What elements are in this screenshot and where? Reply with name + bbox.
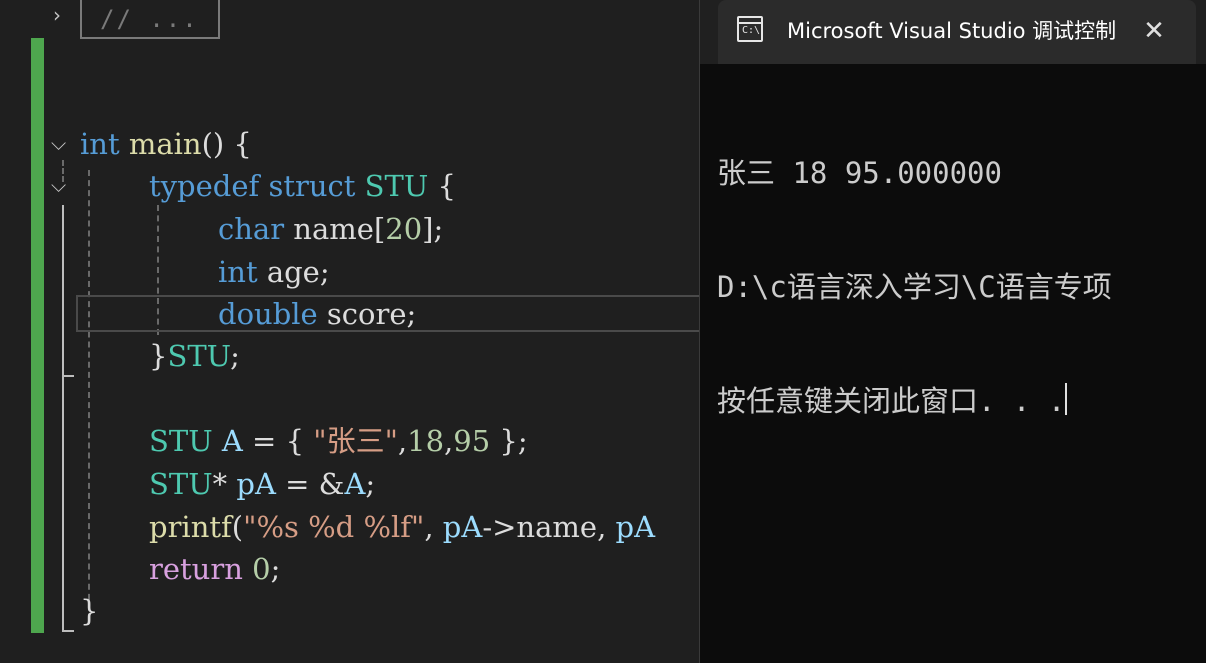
- console-output[interactable]: 张三 18 95.000000 D:\c语言深入学习\C语言专项 按任意键关闭此…: [717, 78, 1206, 496]
- code-line[interactable]: printf("%s %d %lf", pA->name, pA: [149, 507, 655, 547]
- scope-line: [62, 375, 74, 630]
- indent-guide: [62, 160, 64, 182]
- code-line[interactable]: double score;: [218, 294, 416, 334]
- console-tab[interactable]: C:\ Microsoft Visual Studio 调试控制台 ✕: [718, 0, 1196, 64]
- console-app-icon: C:\: [737, 16, 763, 42]
- code-line[interactable]: return 0;: [149, 549, 280, 589]
- code-line[interactable]: }: [80, 591, 98, 631]
- output-line: 张三 18 95.000000: [717, 156, 1002, 190]
- close-icon[interactable]: ✕: [1138, 16, 1170, 46]
- change-indicator-bar: [31, 38, 44, 633]
- scope-line: [62, 205, 74, 375]
- fold-chevron-down-icon[interactable]: ⌵: [51, 133, 66, 153]
- code-line[interactable]: }STU;: [149, 336, 240, 376]
- console-tab-bar: C:\ Microsoft Visual Studio 调试控制台 ✕: [700, 0, 1206, 64]
- text-cursor: [1065, 383, 1068, 415]
- code-line[interactable]: STU* pA = &A;: [149, 464, 375, 504]
- code-line[interactable]: int age;: [218, 252, 330, 292]
- scope-line-end: [62, 630, 74, 632]
- code-line[interactable]: typedef struct STU {: [149, 166, 456, 206]
- console-tab-title: Microsoft Visual Studio 调试控制台: [787, 19, 1117, 43]
- output-line: 按任意键关闭此窗口. . .: [717, 382, 1206, 420]
- collapsed-region[interactable]: // ...: [80, 0, 220, 39]
- code-line[interactable]: char name[20];: [218, 209, 443, 249]
- output-line: D:\c语言深入学习\C语言专项: [717, 270, 1112, 304]
- code-line[interactable]: STU A = { "张三",18,95 };: [149, 421, 528, 461]
- debug-console-window[interactable]: C:\ Microsoft Visual Studio 调试控制台 ✕ 张三 1…: [699, 0, 1206, 663]
- code-editor[interactable]: › // ... ⌵ ⌵ int main() { typedef struct…: [0, 0, 700, 663]
- code-line[interactable]: int main() {: [80, 124, 252, 164]
- output-line-text: 按任意键关闭此窗口. . .: [717, 384, 1066, 418]
- indent-guide: [88, 170, 90, 620]
- expand-chevron-icon[interactable]: ›: [53, 5, 61, 25]
